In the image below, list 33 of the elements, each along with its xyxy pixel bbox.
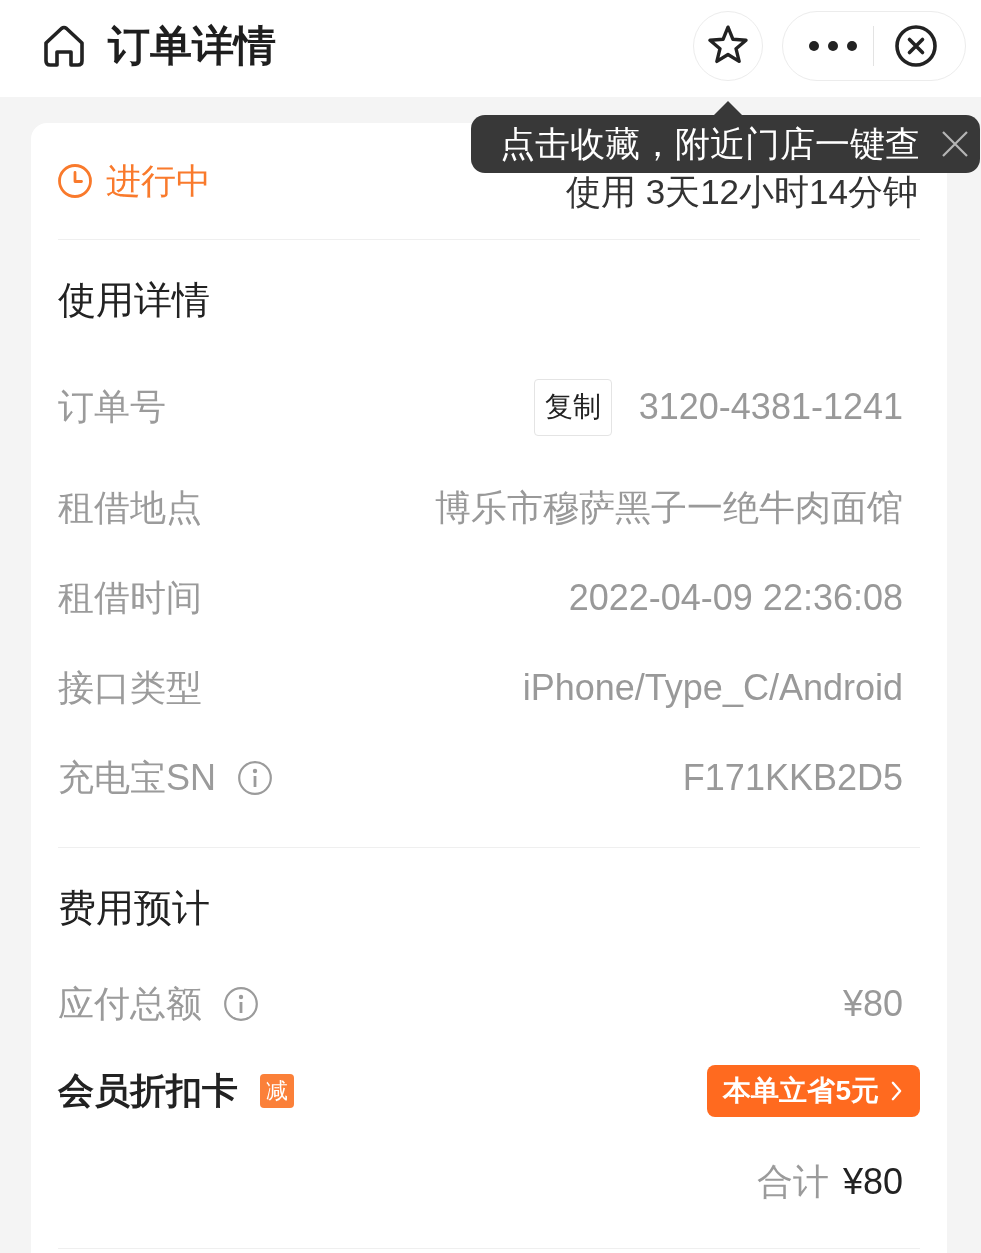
row-label: 租借地点 <box>58 487 202 529</box>
row-value: 2022-04-09 22:36:08 <box>568 577 903 619</box>
row-label: 充电宝SN <box>58 757 216 799</box>
row-value: F171KKB2D5 <box>682 757 903 799</box>
row-value: ¥80 <box>842 983 903 1025</box>
row-label: 订单号 <box>58 386 166 428</box>
row-label: 接口类型 <box>58 667 202 709</box>
row-value: 博乐市穆萨黑子一绝牛肉面馆 <box>435 487 903 529</box>
home-icon[interactable] <box>42 24 86 67</box>
close-icon[interactable] <box>942 131 968 157</box>
row-label: 应付总额 <box>58 983 202 1025</box>
clock-icon <box>58 164 92 198</box>
status-label: 进行中 <box>106 161 211 201</box>
star-icon <box>708 24 748 64</box>
page-title: 订单详情 <box>108 20 276 71</box>
chevron-right-icon <box>891 1081 902 1101</box>
section-title: 使用详情 <box>58 278 210 322</box>
discount-badge: 减 <box>260 1074 294 1108</box>
more-icon <box>809 40 857 51</box>
info-icon[interactable] <box>238 761 272 795</box>
row-value: iPhone/Type_C/Android <box>522 667 903 709</box>
close-icon <box>895 24 937 67</box>
copy-button[interactable]: 复制 <box>533 378 612 436</box>
row-label: 租借时间 <box>58 577 202 619</box>
total-label: 合计 <box>756 1160 829 1203</box>
total-amount: ¥80 <box>842 1160 903 1203</box>
info-icon[interactable] <box>224 987 258 1021</box>
section-title: 费用预计 <box>58 886 210 930</box>
tooltip-text: 点击收藏，附近门店一键查 <box>500 124 920 164</box>
usage-duration: 使用 3天12小时14分钟 <box>565 174 918 210</box>
row-value: 3120-4381-1241 <box>638 386 903 428</box>
close-button[interactable] <box>895 24 937 67</box>
row-label: 会员折扣卡 <box>58 1070 238 1112</box>
